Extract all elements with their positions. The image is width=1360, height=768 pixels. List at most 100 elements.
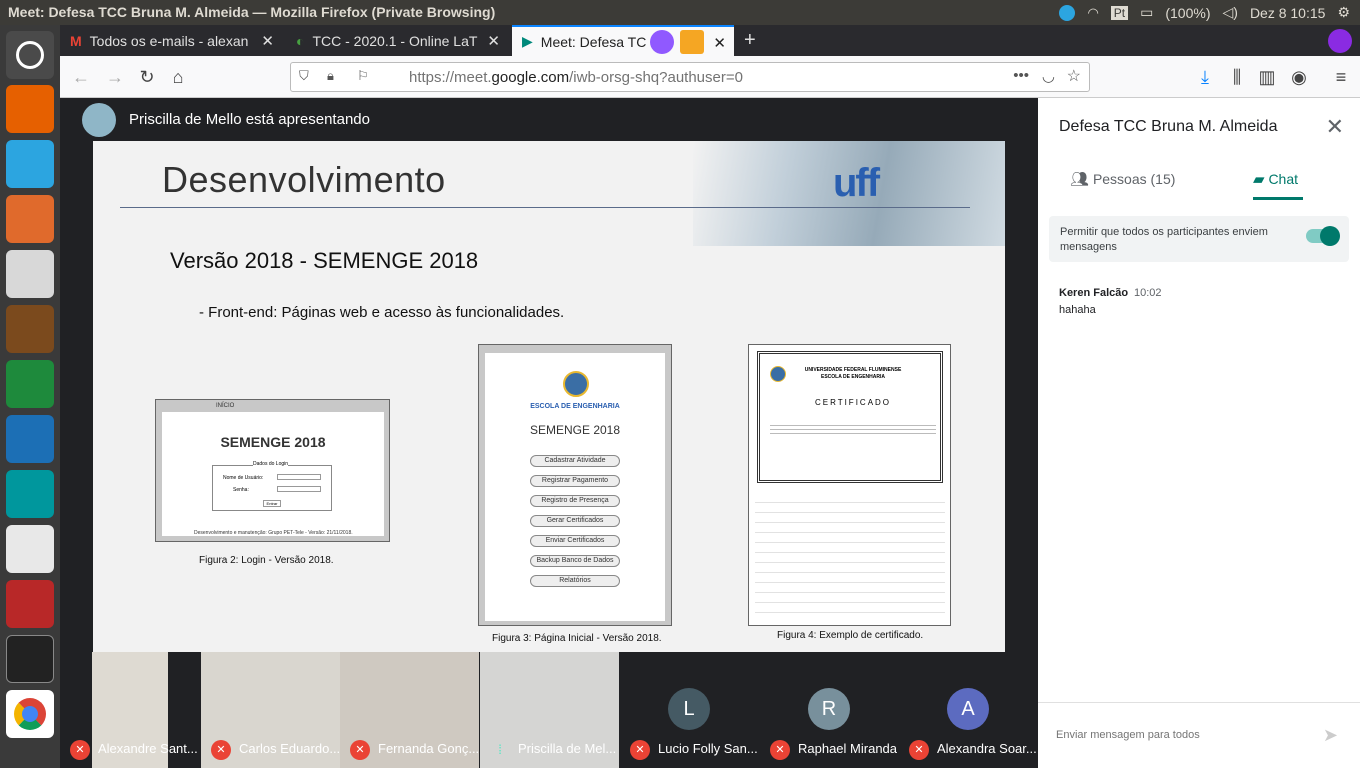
spreadsheet-icon[interactable] (6, 360, 54, 408)
firefox-icon[interactable] (6, 85, 54, 133)
tab-overleaf[interactable]: ◐ TCC - 2020.1 - Online LaT ✕ (286, 25, 508, 56)
participant-tile[interactable]: ⁞ Priscilla de Mel... (480, 652, 619, 768)
new-tab-button[interactable]: + (744, 29, 756, 52)
participant-tile[interactable]: ✕ Carlos Eduardo... (201, 652, 340, 768)
close-tab-icon[interactable]: ✕ (261, 32, 274, 50)
tab-label: Todos os e-mails - alexan (89, 32, 249, 49)
fig4-school: ESCOLA DE ENGENHARIA (821, 374, 885, 380)
clock[interactable]: Dez 8 10:15 (1250, 5, 1326, 21)
fig2-user-input (277, 474, 321, 480)
tab-meet[interactable]: ▶ Meet: Defesa TC ✕ (512, 25, 734, 56)
presentation-stage: Priscilla de Mello está apresentando Des… (60, 98, 1038, 652)
participant-tile[interactable]: ✕ Alexandre Sant... (60, 652, 199, 768)
fig2-pass-input (277, 486, 321, 492)
library-icon[interactable]: ⫼ (1226, 66, 1248, 88)
gmail-icon: M (70, 32, 82, 49)
participant-strip: ✕ Alexandre Sant... ✕ Carlos Eduardo... … (60, 652, 1038, 768)
close-panel-button[interactable]: ✕ (1326, 114, 1344, 140)
tab-bar: M Todos os e-mails - alexan ✕ ◐ TCC - 20… (60, 25, 1360, 56)
chrome-icon[interactable] (6, 690, 54, 738)
battery-icon[interactable]: ▭ (1140, 4, 1153, 21)
app-icon[interactable] (6, 415, 54, 463)
tex-icon[interactable] (6, 525, 54, 573)
fig2-pass-label: Senha: (233, 487, 249, 493)
fig2-caption: Figura 2: Login - Versão 2018. (199, 555, 334, 566)
shield-icon[interactable]: ⛉ (299, 68, 309, 84)
fig3-button: Registrar Pagamento (530, 475, 620, 487)
mic-off-icon: ✕ (630, 740, 650, 760)
keyboard-layout[interactable]: Pt (1110, 5, 1129, 20)
close-tab-icon[interactable]: ✕ (487, 32, 500, 50)
close-tab-icon[interactable]: ✕ (713, 34, 726, 52)
participant-tile[interactable]: ✕ Fernanda Gonç... (340, 652, 479, 768)
send-icon[interactable]: ➤ (1323, 725, 1338, 746)
tab-gmail[interactable]: M Todos os e-mails - alexan ✕ (60, 25, 282, 56)
home-button[interactable]: ⌂ (167, 66, 189, 88)
fig3-button: Backup Banco de Dados (530, 555, 620, 567)
meet-icon: ▶ (522, 33, 533, 49)
chat-permission-text: Permitir que todos os participantes envi… (1060, 226, 1268, 253)
message-text: hahaha (1059, 304, 1096, 316)
back-button[interactable]: ← (70, 66, 92, 88)
xfig-icon[interactable] (6, 305, 54, 353)
fig3-button: Enviar Certificados (530, 535, 620, 547)
tab-chat[interactable]: ▰ Chat (1253, 170, 1298, 188)
lock-icon[interactable]: 🔒︎ (327, 68, 334, 84)
participant-tile[interactable]: L ✕ Lucio Folly San... (620, 652, 759, 768)
permissions-icon[interactable]: ⚐ (357, 68, 369, 84)
tab-label: TCC - 2020.1 - Online LaT (312, 32, 478, 49)
telegram-icon[interactable] (6, 140, 54, 188)
microphone-indicator-icon[interactable] (680, 30, 704, 54)
arduino-icon[interactable] (6, 470, 54, 518)
fig2-button: Entrar (263, 500, 281, 507)
wifi-icon[interactable]: ◠ (1087, 5, 1098, 21)
bookmark-star-icon[interactable]: ☆ (1067, 66, 1081, 86)
participant-avatar: L (668, 688, 710, 730)
fig3-logo (563, 371, 589, 397)
fig3-page: ESCOLA DE ENGENHARIA SEMENGE 2018 Cadast… (485, 353, 665, 621)
message-time: 10:02 (1134, 287, 1162, 299)
sidebar-icon[interactable]: ▥ (1256, 66, 1278, 88)
ubuntu-icon[interactable] (6, 31, 54, 79)
slide-bullet: - Front-end: Páginas web e acesso às fun… (199, 304, 565, 321)
text-editor-icon[interactable] (6, 250, 54, 298)
url-prefix: https://meet. (409, 69, 492, 86)
files-icon[interactable] (6, 195, 54, 243)
participant-name: Priscilla de Mel... (518, 741, 617, 756)
launcher (0, 25, 60, 768)
page-actions-icon[interactable]: ••• (1013, 67, 1029, 84)
mic-off-icon: ✕ (211, 740, 231, 760)
fig4-caption: Figura 4: Exemplo de certificado. (777, 630, 924, 641)
fig4-certificate-front: UNIVERSIDADE FEDERAL FLUMINENSE ESCOLA D… (757, 351, 943, 483)
battery-level[interactable]: (100%) (1165, 5, 1210, 21)
forward-button[interactable]: → (104, 66, 126, 88)
account-icon[interactable]: ◉ (1288, 66, 1310, 88)
url-bar[interactable]: ⛉ 🔒︎ ⚐ https://meet.google.com/iwb-orsg-… (290, 62, 1090, 92)
mic-off-icon: ✕ (350, 740, 370, 760)
figure-login: INÍCIO SEMENGE 2018 Dados do Login Nome … (155, 399, 390, 542)
fig4-cert: CERTIFICADO (814, 398, 892, 407)
fig2-heading: SEMENGE 2018 (220, 434, 326, 450)
terminal-icon[interactable] (6, 635, 54, 683)
pocket-icon[interactable]: ◡ (1042, 67, 1055, 85)
participant-name: Alexandra Soar... (937, 741, 1037, 756)
menu-icon[interactable]: ≡ (1330, 66, 1352, 88)
volume-icon[interactable]: ◁) (1223, 4, 1238, 21)
reload-button[interactable]: ↻ (136, 66, 158, 88)
chat-message-input[interactable] (1056, 729, 1306, 741)
fig2-page: SEMENGE 2018 Dados do Login Nome de Usuá… (162, 412, 384, 536)
slide-subtitle: Versão 2018 - SEMENGE 2018 (170, 248, 479, 273)
presenter-avatar (82, 103, 116, 137)
chat-permission-toggle[interactable] (1306, 226, 1340, 246)
mic-off-icon: ✕ (909, 740, 929, 760)
participant-tile[interactable]: R ✕ Raphael Miranda (760, 652, 899, 768)
tab-people[interactable]: 👥︎ Pessoas (15) (1070, 170, 1175, 188)
participant-tile[interactable]: A ✕ Alexandra Soar... (899, 652, 1038, 768)
telegram-tray-icon[interactable] (1059, 4, 1076, 21)
presentation-icon[interactable] (6, 580, 54, 628)
chat-compose: ➤ (1038, 702, 1360, 768)
downloads-icon[interactable]: ⤓ (1194, 66, 1216, 88)
fig2-legend: Dados do Login (253, 461, 289, 467)
settings-gear-icon[interactable]: ⚙ (1337, 4, 1350, 21)
url-text[interactable]: https://meet.google.com/iwb-orsg-shq?aut… (409, 69, 743, 86)
